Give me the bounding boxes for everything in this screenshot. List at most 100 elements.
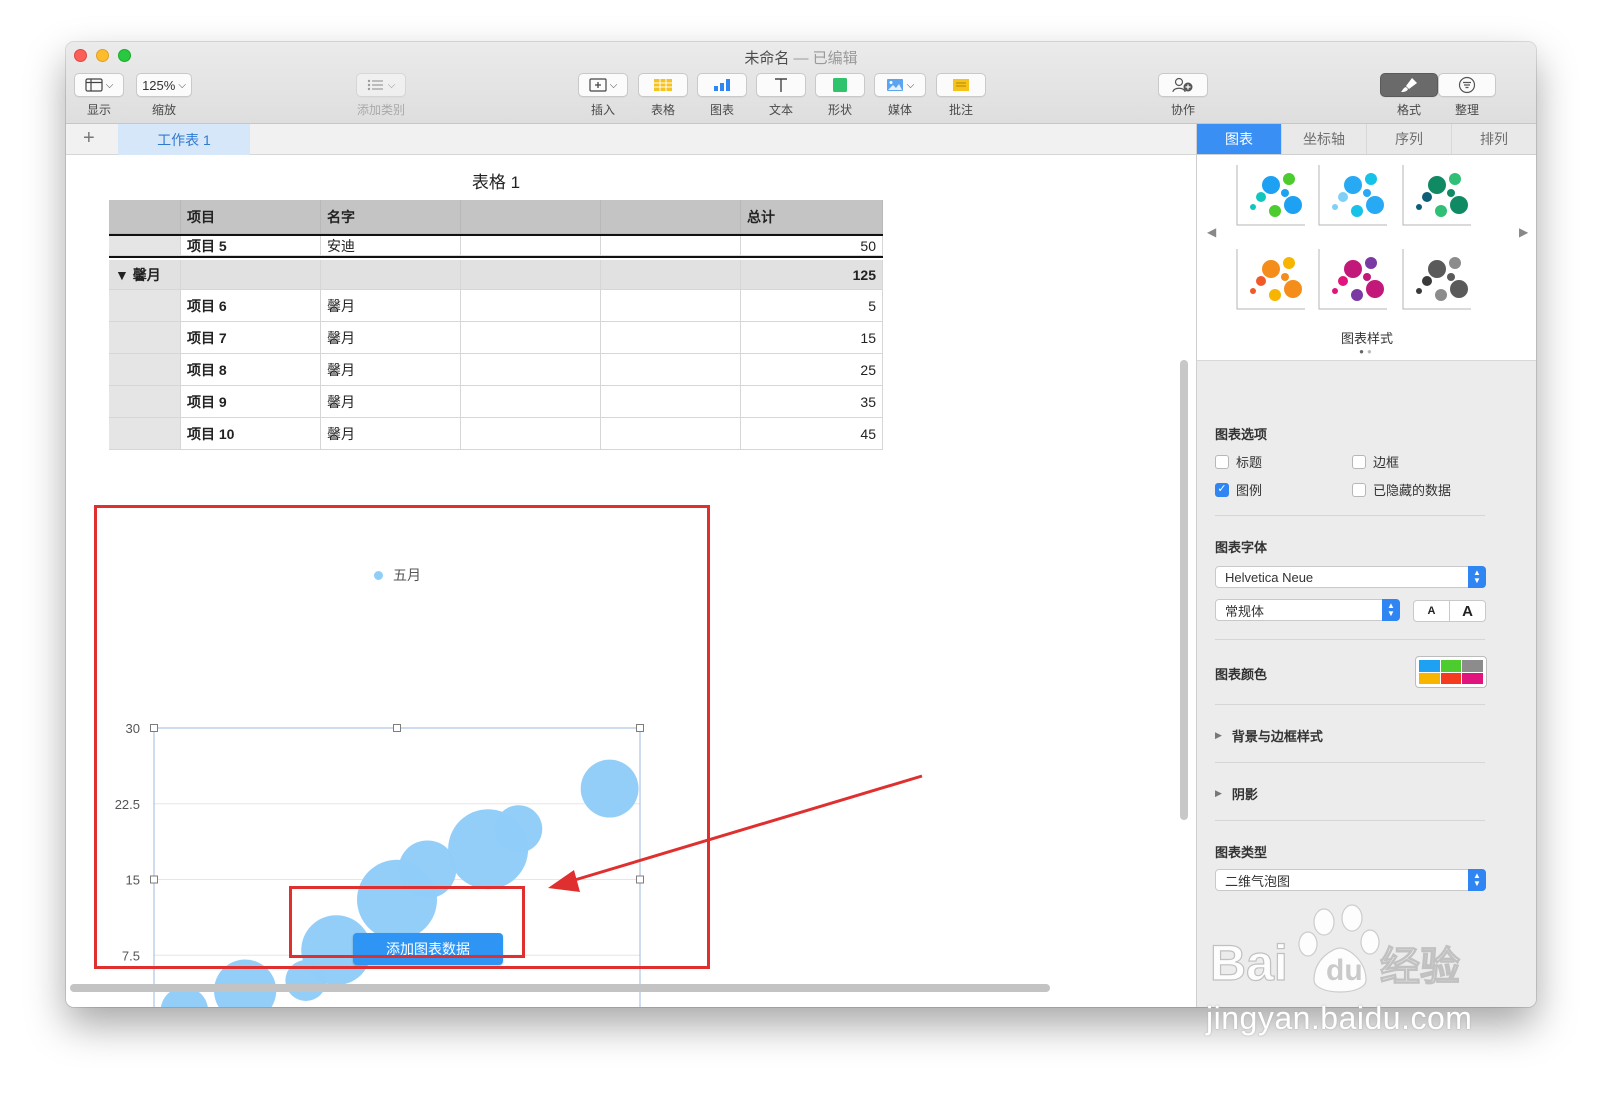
table-cell[interactable] [109, 354, 181, 386]
collaborate-control[interactable]: 协作 [1158, 73, 1208, 118]
organize-button[interactable] [1438, 73, 1496, 97]
increase-font-size-button[interactable]: A [1449, 600, 1486, 622]
table-title[interactable]: 表格 1 [396, 168, 596, 193]
tab-chart[interactable]: 图表 [1197, 124, 1282, 154]
legend-checkbox[interactable]: ✓ 图例 [1215, 480, 1262, 499]
chart-style-thumbnail[interactable] [1402, 249, 1471, 310]
comment-button[interactable] [936, 73, 986, 97]
table-cell[interactable] [321, 260, 461, 290]
checkbox-box[interactable] [1352, 482, 1366, 497]
tab-sheet-1[interactable]: 工作表 1 [118, 124, 250, 155]
checkbox-box[interactable] [1352, 454, 1366, 469]
table-cell[interactable]: 项目 7 [181, 322, 321, 354]
media-control[interactable]: ⌵ 媒体 [874, 73, 926, 118]
table-cell[interactable] [461, 236, 601, 256]
table-cell[interactable]: 35 [741, 386, 883, 418]
table-cell[interactable] [601, 386, 741, 418]
table-header-cell[interactable]: 项目 [181, 200, 321, 234]
table-header-cell[interactable] [601, 200, 741, 234]
hidden-data-checkbox[interactable]: 已隐藏的数据 [1352, 480, 1451, 499]
table-cell[interactable] [109, 290, 181, 322]
table-cell[interactable] [461, 354, 601, 386]
zoom-control[interactable]: 125% ⌵ 缩放 [136, 73, 192, 118]
table-button[interactable] [638, 73, 688, 97]
table-header-cell[interactable]: 总计 [741, 200, 883, 234]
table-header-cell[interactable] [461, 200, 601, 234]
view-button[interactable]: ⌵ [74, 73, 124, 97]
table-cell[interactable] [109, 386, 181, 418]
add-sheet-button[interactable]: + [83, 127, 95, 150]
table-cell[interactable]: 馨月 [321, 354, 461, 386]
chart-style-thumbnail[interactable] [1236, 165, 1305, 226]
insert-button[interactable]: ⌵ [578, 73, 628, 97]
table-cell[interactable]: 馨月 [321, 290, 461, 322]
tab-series[interactable]: 序列 [1367, 124, 1452, 154]
title-checkbox[interactable]: 标题 [1215, 452, 1262, 471]
table-cell[interactable] [601, 290, 741, 322]
table-cell[interactable] [461, 418, 601, 450]
table-control[interactable]: 表格 [638, 73, 688, 118]
table-header-cell[interactable]: 名字 [321, 200, 461, 234]
table-cell[interactable]: 125 [741, 260, 883, 290]
table-cell[interactable] [601, 260, 741, 290]
shape-button[interactable] [815, 73, 865, 97]
table-cell[interactable] [181, 260, 321, 290]
media-button[interactable]: ⌵ [874, 73, 926, 97]
table-cell[interactable] [109, 236, 181, 256]
table-cell[interactable] [109, 418, 181, 450]
table-cell[interactable]: 5 [741, 290, 883, 322]
chart-type-select[interactable]: 二维气泡图 ▲ ▼ [1215, 869, 1486, 891]
table-cell[interactable] [461, 260, 601, 290]
chart-colors-button[interactable] [1415, 656, 1487, 688]
table-cell[interactable]: 安迪 [321, 236, 461, 256]
table-cell[interactable] [461, 290, 601, 322]
shadow-disclosure[interactable]: ▶ 阴影 [1215, 784, 1258, 803]
table-cell[interactable]: 项目 6 [181, 290, 321, 322]
border-checkbox[interactable]: 边框 [1352, 452, 1399, 471]
view-control[interactable]: ⌵ 显示 [74, 73, 124, 118]
chart-style-thumbnail[interactable] [1318, 249, 1387, 310]
decrease-font-size-button[interactable]: A [1413, 600, 1450, 622]
table-cell[interactable]: 项目 10 [181, 418, 321, 450]
table-cell[interactable]: 45 [741, 418, 883, 450]
shape-control[interactable]: 形状 [815, 73, 865, 118]
chart-style-thumbnail[interactable] [1402, 165, 1471, 226]
horizontal-scrollbar[interactable] [70, 984, 1050, 992]
vertical-scrollbar[interactable] [1180, 360, 1188, 820]
group-toggle[interactable]: ▼ 馨月 [109, 260, 181, 290]
table-cell[interactable]: 项目 8 [181, 354, 321, 386]
chart-control[interactable]: 图表 [697, 73, 747, 118]
table-cell[interactable]: 项目 5 [181, 236, 321, 256]
collaborate-button[interactable] [1158, 73, 1208, 97]
format-button[interactable] [1380, 73, 1438, 97]
page-indicator[interactable]: ●● [1197, 347, 1536, 356]
table-cell[interactable]: 项目 9 [181, 386, 321, 418]
checkbox-box[interactable] [1215, 454, 1229, 469]
table-cell[interactable]: 15 [741, 322, 883, 354]
table-cell[interactable]: 馨月 [321, 322, 461, 354]
tab-axis[interactable]: 坐标轴 [1282, 124, 1367, 154]
table-cell[interactable]: 馨月 [321, 386, 461, 418]
text-button[interactable] [756, 73, 806, 97]
chart-style-thumbnail[interactable] [1236, 249, 1305, 310]
background-border-disclosure[interactable]: ▶ 背景与边框样式 [1215, 726, 1323, 745]
table-cell[interactable] [601, 418, 741, 450]
insert-control[interactable]: ⌵ 插入 [578, 73, 628, 118]
table-cell[interactable] [109, 322, 181, 354]
table-cell[interactable] [601, 322, 741, 354]
chart-style-thumbnails[interactable] [1197, 155, 1536, 325]
table-cell[interactable]: 馨月 [321, 418, 461, 450]
format-control[interactable]: 格式 [1380, 73, 1438, 118]
table-cell[interactable] [601, 236, 741, 256]
table-cell[interactable] [461, 386, 601, 418]
zoom-select[interactable]: 125% ⌵ [136, 73, 192, 97]
tab-arrange[interactable]: 排列 [1452, 124, 1536, 154]
chart-style-thumbnail[interactable] [1318, 165, 1387, 226]
checkmark-icon[interactable]: ✓ [1215, 482, 1229, 497]
table-header-cell[interactable] [109, 200, 181, 234]
text-control[interactable]: 文本 [756, 73, 806, 118]
organize-control[interactable]: 整理 [1438, 73, 1496, 118]
font-style-select[interactable]: 常规体 ▲ ▼ [1215, 599, 1400, 621]
chart-button[interactable] [697, 73, 747, 97]
table-cell[interactable]: 50 [741, 236, 883, 256]
